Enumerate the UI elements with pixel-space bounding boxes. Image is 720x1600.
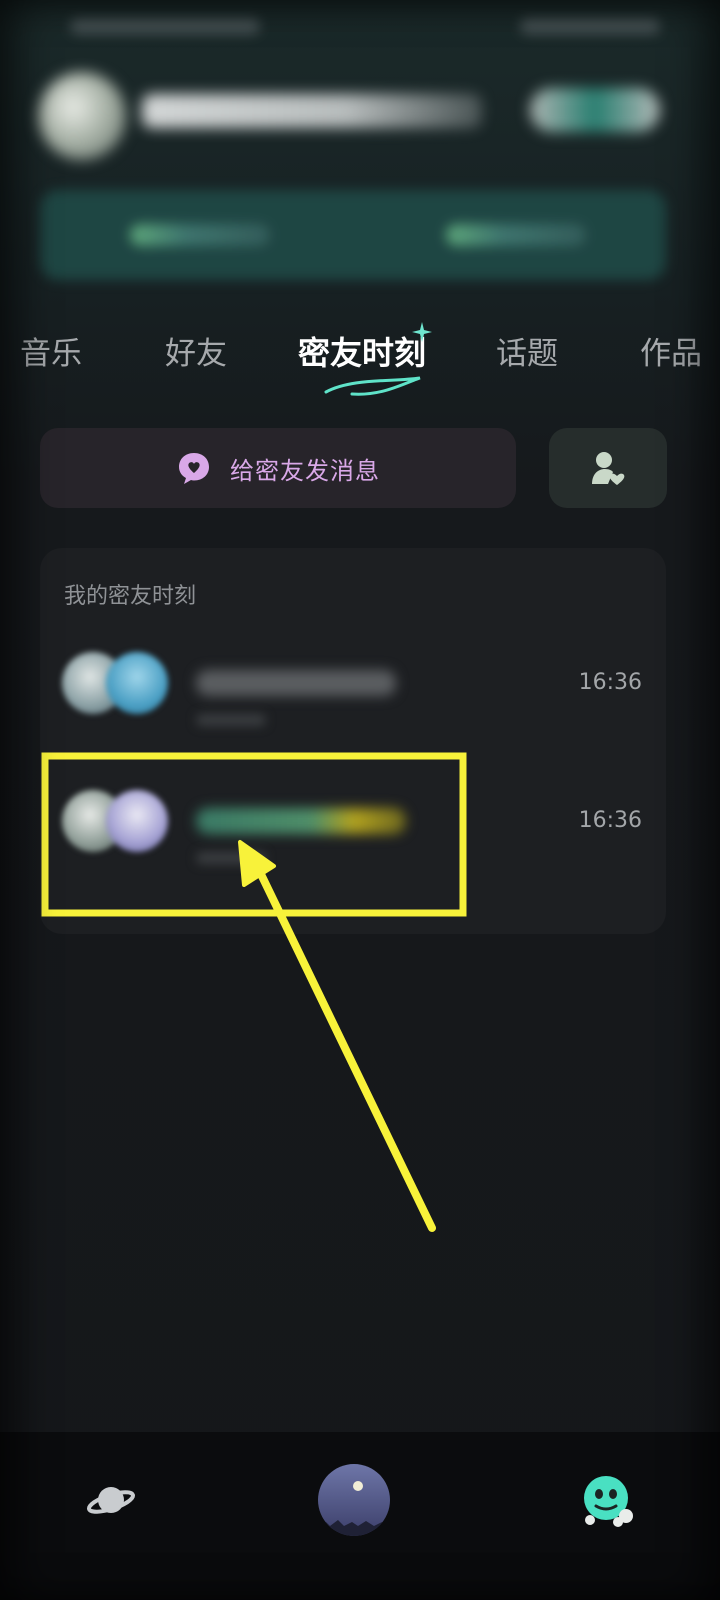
profile-avatar[interactable] xyxy=(38,72,126,160)
send-message-to-close-friend-button[interactable]: 给密友发消息 xyxy=(40,428,516,508)
profile-name-blurred xyxy=(142,94,482,128)
friend-name-blurred xyxy=(196,808,406,834)
planet-icon xyxy=(87,1487,135,1514)
active-tab-underline xyxy=(324,376,421,396)
status-bar-left-blurred xyxy=(70,18,260,34)
friend-subtitle-blurred xyxy=(196,714,266,726)
moment-time: 16:36 xyxy=(578,808,642,833)
friend-subtitle-blurred xyxy=(196,852,266,864)
profile-toggle[interactable] xyxy=(530,88,660,132)
avatar-pair xyxy=(62,790,182,860)
mascot-icon xyxy=(584,1476,633,1527)
avatar-pair xyxy=(62,652,182,722)
friend-name-blurred xyxy=(196,670,396,696)
my-moments-card: 我的密友时刻 16:36 16:36 xyxy=(40,548,666,934)
friend-heart-icon xyxy=(592,452,625,485)
close-friend-list-button[interactable] xyxy=(549,428,667,508)
center-avatar xyxy=(318,1464,390,1536)
tab-music[interactable]: 音乐 xyxy=(20,328,82,373)
stats-pill-left xyxy=(130,224,270,246)
send-message-label: 给密友发消息 xyxy=(230,456,380,485)
heart-chat-icon xyxy=(176,450,212,486)
bottom-nav xyxy=(0,1432,720,1600)
tab-friends[interactable]: 好友 xyxy=(165,328,227,373)
tab-close-friend-moments[interactable]: 密友时刻 xyxy=(298,328,426,374)
sparkle-icon xyxy=(412,322,432,342)
nav-planet[interactable] xyxy=(86,1480,136,1520)
status-bar xyxy=(60,12,680,42)
stats-card[interactable] xyxy=(40,190,666,280)
profile-header xyxy=(30,64,690,164)
status-bar-right-blurred xyxy=(520,18,660,34)
avatar xyxy=(106,790,168,852)
avatar xyxy=(106,652,168,714)
nav-center-avatar[interactable] xyxy=(318,1464,390,1536)
moment-row[interactable]: 16:36 xyxy=(40,766,666,886)
tab-works[interactable]: 作品 xyxy=(640,328,702,373)
moment-time: 16:36 xyxy=(578,670,642,695)
nav-mascot[interactable] xyxy=(578,1472,638,1530)
moments-section-title: 我的密友时刻 xyxy=(64,584,197,609)
stats-pill-right xyxy=(446,224,586,246)
tab-bar: 音乐 好友 密友时刻 话题 作品 xyxy=(0,318,720,396)
page: 音乐 好友 密友时刻 话题 作品 给密友发消息 我的密友时刻 16:36 16:… xyxy=(0,0,720,1600)
tab-topics[interactable]: 话题 xyxy=(496,328,558,373)
moment-row[interactable]: 16:36 xyxy=(40,628,666,748)
